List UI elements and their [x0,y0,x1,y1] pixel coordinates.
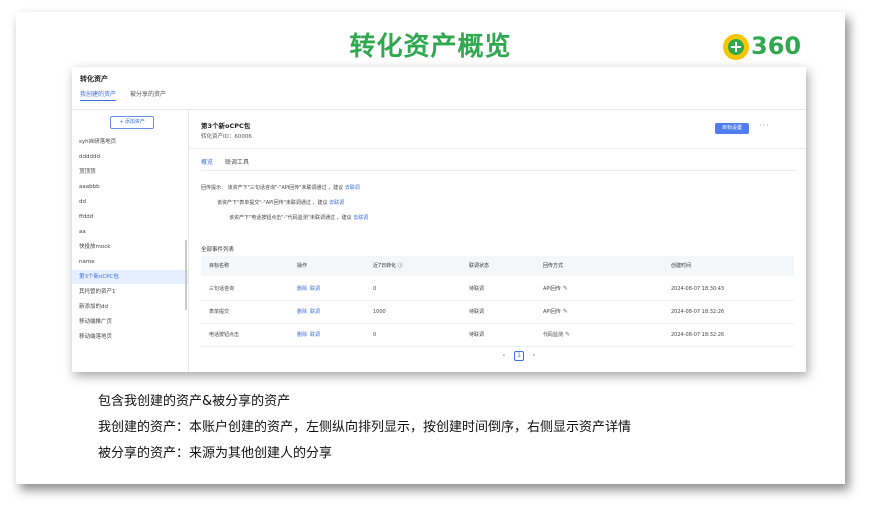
debug-link[interactable]: 联调 [310,309,320,315]
conv-7d: 0 [373,286,377,292]
tip-line: 该资产下"电话按钮点击"-"代码监测"未联调通过 ，建议 去联调 [229,214,368,221]
created-time: 2024-08-07 18:32:26 [671,332,725,338]
debug-link[interactable]: 联调 [310,332,320,338]
prev-page-button[interactable]: ‹ [499,351,509,361]
app-screenshot: 转化资产 我创建的资产 被分享的资产 + 添加资产 syh自研落地页 ddddd… [72,67,806,372]
created-time: 2024-08-07 18:32:26 [671,309,725,315]
delete-link[interactable]: 删除 [297,309,307,315]
asset-id: 转化资产ID：60006 [201,132,252,140]
tip-line: 回传提示： 该资产下"三句话咨询"-"API回传"未联调通过 ，建议 去联调 [201,184,360,191]
method-text: API回传 [543,309,561,315]
method-text: API回传 [543,286,561,292]
sidebar-item[interactable]: 新添加的dd [72,300,188,314]
sidebar-item[interactable]: aa [72,225,188,239]
sidebar-item-active[interactable]: 第3个新oCPC包 [72,270,188,284]
tip-line: 该资产下"表单提交"-"API回传"未联调通过 ，建议 去联调 [217,199,344,206]
next-page-button[interactable]: › [529,351,539,361]
conv-7d: 0 [373,332,377,338]
debug-status: 待联调 [469,286,485,292]
column-header: 目标名称 [209,263,230,269]
delete-link[interactable]: 删除 [297,286,307,292]
tab-overview[interactable]: 概览 [201,157,214,171]
asset-sidebar: + 添加资产 syh自研落地页 dddddd 顶顶顶 aaabbb dd ffd… [72,110,189,372]
sidebar-item[interactable]: ffddd [72,210,188,224]
logo-mark-icon [723,34,749,60]
slide-title: 转化资产概览 [349,32,512,62]
go-debug-link[interactable]: 去联调 [345,185,360,191]
asset-id-value: 60006 [234,134,252,140]
column-header: 近7日转化 ⓘ [373,263,403,269]
conv-7d: 1000 [373,309,386,315]
slide: 转化资产概览 360 转化资产 我创建的资产 被分享的资产 + 添加资产 syh… [16,12,845,484]
logo-text: 360 [751,32,802,60]
table-row: 表单提交 删除 联调 1000 待联调 API回传 ✎ 2024-08-07 18:… [201,301,794,324]
ellipsis-icon[interactable]: ··· [759,121,770,130]
callback-method: 代码监测 ✎ [543,324,570,346]
row-actions: 删除 联调 [297,324,323,346]
tab-my-assets[interactable]: 我创建的资产 [80,89,117,101]
sidebar-item[interactable]: 其托管的资产1 [72,285,188,299]
asset-detail: 第3个新oCPC包 转化资产ID：60006 目标设置 ··· 概览 联调工具 … [189,110,806,372]
app-title: 转化资产 [80,75,108,83]
edit-icon[interactable]: ✎ [563,285,568,292]
asset-id-label: 转化资产ID： [201,134,235,140]
column-header: 联调状态 [469,263,490,269]
caption-line: 我创建的资产：本账户创建的资产，左侧纵向排列显示，按创建时间倒序，右侧显示资产详… [98,420,632,435]
tip-prefix: 回传提示： [201,185,227,191]
sidebar-item[interactable]: dddddd [72,150,188,164]
debug-status: 待联调 [469,332,485,338]
table-row: 三句话咨询 删除 联调 0 待联调 API回传 ✎ 2024-08-07 18:30… [201,278,794,301]
app-header: 转化资产 我创建的资产 被分享的资产 [72,67,806,110]
sidebar-item[interactable]: name [72,255,188,269]
sidebar-item[interactable]: 移动端落地页 [72,330,188,344]
edit-icon[interactable]: ✎ [563,308,568,315]
event-name: 电话按钮点击 [209,332,240,338]
caption-line: 被分享的资产：来源为其他创建人的分享 [98,446,333,461]
column-header: 创建时间 [671,263,692,269]
sidebar-item[interactable]: 顶顶顶 [72,165,188,179]
go-debug-link[interactable]: 去联调 [353,215,368,221]
sidebar-item[interactable]: 快投放mock [72,240,188,254]
tab-shared-assets[interactable]: 被分享的资产 [130,89,166,98]
asset-name: 第3个新oCPC包 [201,122,251,130]
tab-debug-tools[interactable]: 联调工具 [225,157,249,166]
sidebar-item[interactable]: aaabbb [72,180,188,194]
created-time: 2024-08-07 18:30:43 [671,286,725,292]
row-actions: 删除 联调 [297,278,323,300]
divider [201,170,796,171]
events-list-title: 全部事件列表 [201,247,235,253]
divider [189,148,806,149]
tip-text: 该资产下"表单提交"-"API回传"未联调通过 ，建议 [217,200,328,206]
table-header: 目标名称 操作 近7日转化 ⓘ 联调状态 回传方式 创建时间 [201,256,794,276]
callback-method: API回传 ✎ [543,301,568,323]
edit-icon[interactable]: ✎ [565,331,570,338]
add-asset-button[interactable]: + 添加资产 [110,116,154,129]
sidebar-scrollbar[interactable] [185,240,187,310]
debug-status: 待联调 [469,309,485,315]
caption-line: 包含我创建的资产&被分享的资产 [98,394,291,409]
sidebar-item[interactable]: 移动端推广页 [72,315,188,329]
event-name: 表单提交 [209,309,230,315]
logo-360: 360 [723,32,819,62]
tip-text: 该资产下"三句话咨询"-"API回传"未联调通过 ，建议 [227,185,344,191]
debug-link[interactable]: 联调 [310,286,320,292]
column-header: 操作 [297,263,308,269]
table-row: 电话按钮点击 删除 联调 0 待联调 代码监测 ✎ 2024-08-07 18:32… [201,324,794,347]
callback-method: API回传 ✎ [543,278,568,300]
row-actions: 删除 联调 [297,301,323,323]
delete-link[interactable]: 删除 [297,332,307,338]
event-name: 三句话咨询 [209,286,235,292]
sidebar-item[interactable]: syh自研落地页 [72,135,188,149]
method-text: 代码监测 [543,332,564,338]
sidebar-item[interactable]: dd [72,195,188,209]
page-1-button[interactable]: 1 [514,351,524,361]
column-header: 回传方式 [543,263,564,269]
target-settings-button[interactable]: 目标设置 [715,123,749,134]
go-debug-link[interactable]: 去联调 [329,200,344,206]
tip-text: 该资产下"电话按钮点击"-"代码监测"未联调通过 ，建议 [229,215,352,221]
